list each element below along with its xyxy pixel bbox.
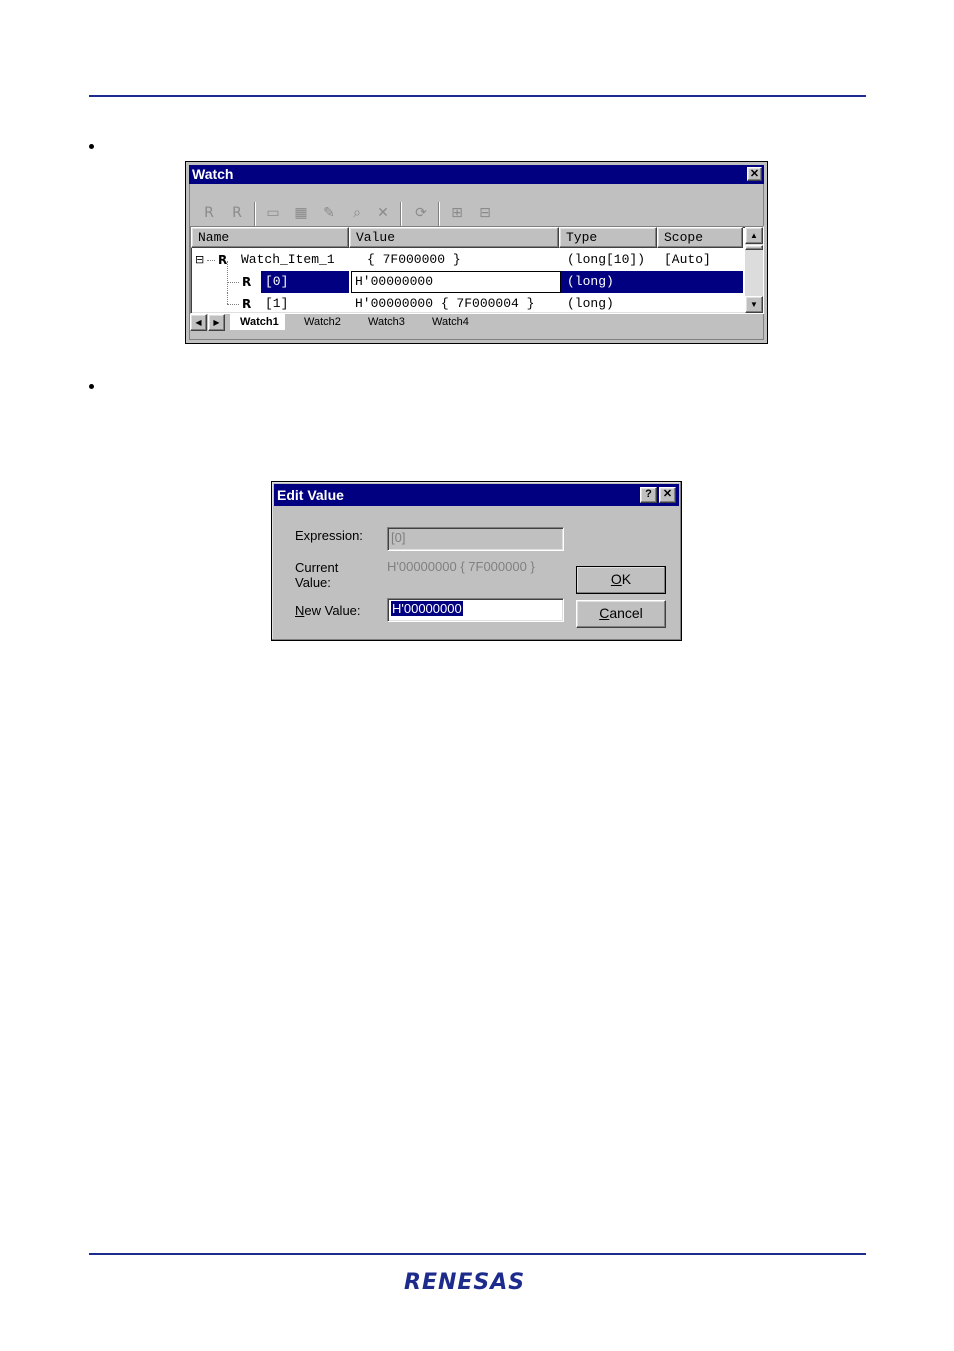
tab-scroll-left-button[interactable]: ◀: [190, 314, 207, 331]
watch-close-button[interactable]: ✕: [747, 167, 762, 181]
row-type: (long[10]): [567, 252, 646, 267]
find-icon[interactable]: ⌕: [346, 202, 368, 224]
bullet-1: [89, 144, 94, 149]
tab-scroll-right-button[interactable]: ▶: [208, 314, 225, 331]
watch-window: Watch ✕ R R ▭ ▦ ✎ ⌕ ✕ ⟳ ⊞ ⊟ Name Value T…: [185, 161, 768, 344]
header-rule: [89, 95, 866, 97]
current-value-label: Current Value:: [295, 560, 338, 590]
register-icon: R: [242, 275, 252, 289]
row-name: Watch_Item_1: [241, 252, 335, 267]
new-value-text: H'00000000: [391, 601, 463, 616]
register-icon[interactable]: R: [198, 202, 220, 224]
watch-grid: Name Value Type Scope ⊟ R Watch_Item_1 {…: [190, 226, 764, 314]
current-label-line1: Current: [295, 560, 339, 575]
cancel-label-accel: C: [599, 605, 610, 621]
column-header-name[interactable]: Name: [191, 227, 349, 248]
close-icon: ✕: [662, 488, 673, 500]
bullet-2: [89, 384, 94, 389]
tree-expander-icon[interactable]: ⊟: [195, 249, 204, 271]
table-row[interactable]: R [0] H'00000000 (long): [191, 261, 743, 293]
edit-value-dialog: Edit Value ? ✕ Expression: [0] Current V…: [271, 481, 682, 641]
dialog-title: Edit Value: [277, 487, 344, 503]
scroll-up-button[interactable]: ▲: [745, 227, 763, 244]
new-value-input[interactable]: H'00000000: [387, 598, 564, 622]
expression-value: [0]: [391, 530, 406, 545]
expand-icon[interactable]: ⊞: [446, 202, 468, 224]
new-value-label: New Value:: [295, 603, 361, 618]
watch-titlebar[interactable]: Watch ✕: [189, 165, 764, 184]
tab-watch3[interactable]: Watch3: [358, 314, 411, 330]
dialog-titlebar[interactable]: Edit Value ? ✕: [274, 484, 679, 506]
register-icon: R: [218, 253, 228, 267]
new-value-label-text: ew Value:: [304, 603, 361, 618]
row-name: [1]: [265, 296, 289, 311]
ok-label-accel: O: [610, 571, 622, 587]
toolbar-separator: [438, 202, 440, 226]
collapse-icon[interactable]: ⊟: [474, 202, 496, 224]
vertical-scrollbar[interactable]: ▲ ▼: [745, 227, 763, 313]
row-scope: [Auto]: [664, 252, 711, 267]
toolbar-separator: [254, 202, 256, 226]
column-header-type[interactable]: Type: [559, 227, 657, 248]
edit-window-icon[interactable]: ▦: [290, 202, 312, 224]
row-value: { 7F000000 }: [367, 252, 461, 267]
delete-icon[interactable]: ✕: [372, 202, 394, 224]
tab-watch2[interactable]: Watch2: [294, 314, 347, 330]
row-type: (long): [567, 296, 614, 311]
column-header-value[interactable]: Value: [349, 227, 559, 248]
row-value: H'00000000 { 7F000004 }: [355, 296, 535, 311]
expression-field: [0]: [387, 527, 564, 551]
close-icon: ✕: [749, 168, 760, 180]
ok-button[interactable]: OK: [576, 566, 666, 594]
dialog-close-button[interactable]: ✕: [659, 487, 676, 503]
current-label-line2: Value:: [295, 575, 331, 590]
table-row[interactable]: R [1] H'00000000 { 7F000004 } (long): [191, 293, 743, 313]
watch-title: Watch: [192, 166, 234, 182]
help-icon: ?: [645, 488, 652, 500]
camera-icon[interactable]: ▭: [262, 202, 284, 224]
pencil-icon[interactable]: ✎: [318, 202, 340, 224]
renesas-logo: RENESAS: [404, 1270, 526, 1295]
row-name: [0]: [261, 271, 349, 293]
refresh-icon[interactable]: ⟳: [410, 202, 432, 224]
table-row[interactable]: ⊟ R Watch_Item_1 { 7F000000 } (long[10])…: [191, 249, 743, 271]
current-value: H'00000000 { 7F000000 }: [387, 559, 535, 574]
watch-tabs: ◀ ▶ Watch1 Watch2 Watch3 Watch4: [190, 314, 762, 332]
row-value-edit-field[interactable]: H'00000000: [351, 271, 561, 293]
footer-rule: [89, 1253, 866, 1255]
register-icon: R: [242, 297, 252, 311]
cancel-label: ancel: [609, 605, 643, 621]
help-button[interactable]: ?: [640, 487, 657, 503]
ok-label: K: [621, 571, 632, 587]
column-header-scope[interactable]: Scope: [657, 227, 743, 248]
new-value-label-accel: N: [295, 603, 305, 618]
scroll-thumb[interactable]: [745, 245, 763, 250]
toolbar-separator: [400, 202, 402, 226]
cancel-button[interactable]: Cancel: [576, 600, 666, 628]
scroll-down-button[interactable]: ▼: [745, 296, 763, 313]
tab-watch1[interactable]: Watch1: [230, 314, 285, 330]
register-alt-icon[interactable]: R: [226, 202, 248, 224]
expression-label: Expression:: [295, 528, 363, 543]
row-type: (long): [561, 271, 743, 293]
tab-watch4[interactable]: Watch4: [422, 314, 475, 330]
